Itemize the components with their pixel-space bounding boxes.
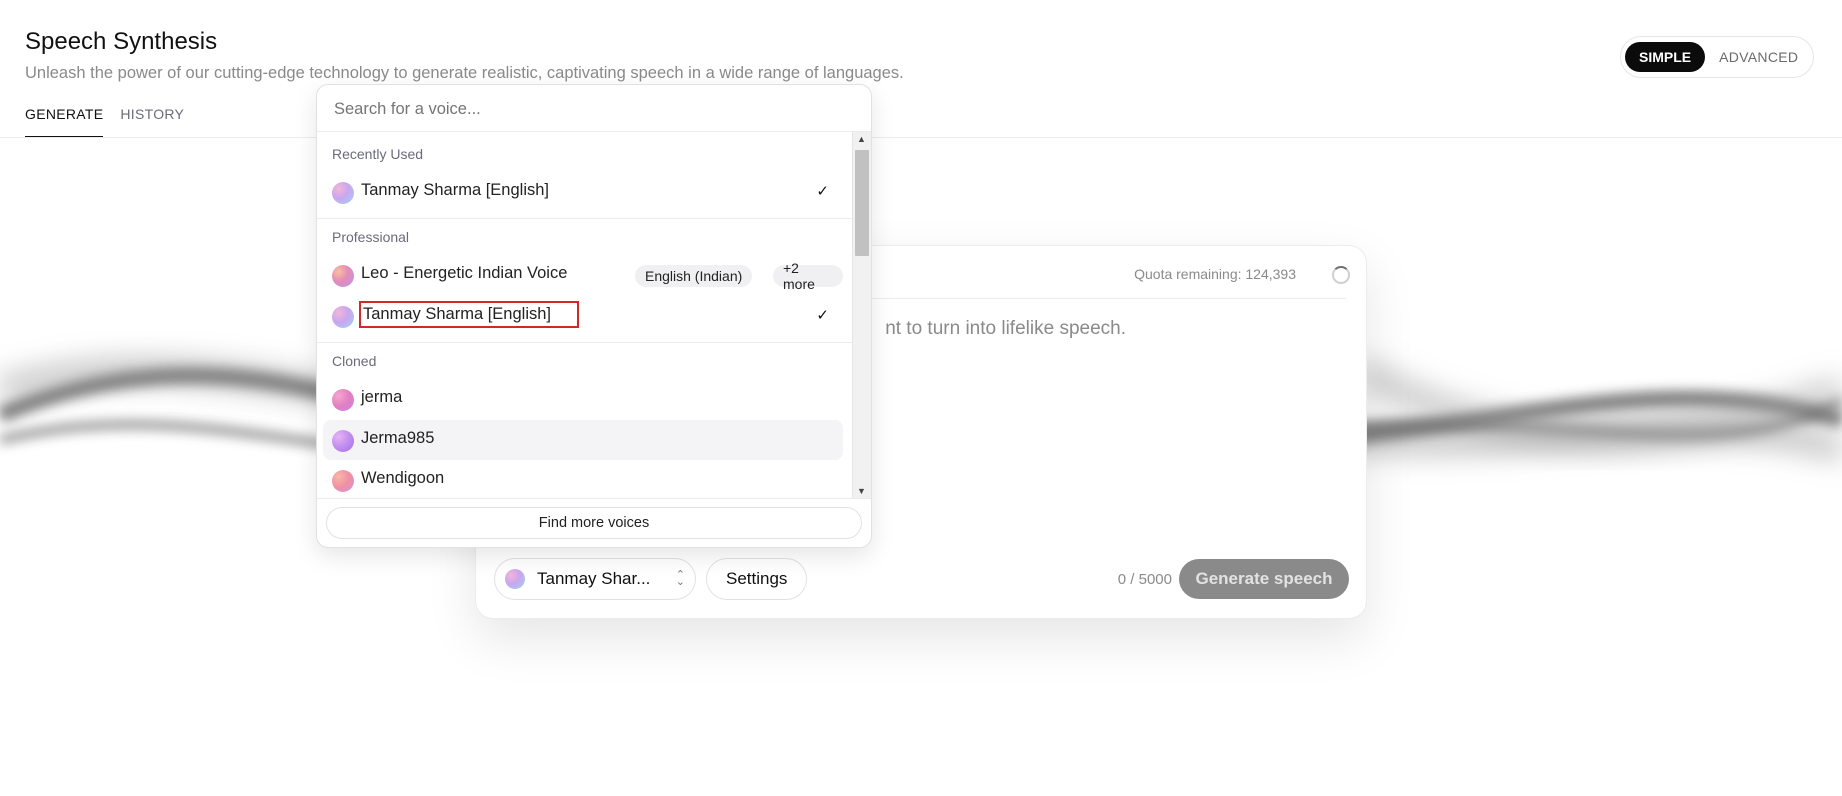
language-badge: English (Indian) xyxy=(635,265,753,287)
voice-item-leo[interactable]: Leo - Energetic Indian Voice English (In… xyxy=(323,255,843,295)
scroll-up-icon[interactable]: ▲ xyxy=(857,134,866,144)
tab-generate[interactable]: GENERATE xyxy=(25,106,104,138)
voice-select-button[interactable]: Tanmay Shar... ⌃ ⌄ xyxy=(494,558,696,600)
voice-item-jerma985[interactable]: Jerma985 xyxy=(323,420,843,460)
page-title: Speech Synthesis xyxy=(25,28,218,55)
tab-bar: GENERATE HISTORY xyxy=(25,106,184,138)
voice-avatar xyxy=(332,470,354,492)
find-more-voices-button[interactable]: Find more voices xyxy=(326,507,862,539)
checkmark-icon: ✓ xyxy=(816,183,829,200)
dropdown-scrollbar[interactable]: ▲ ▼ xyxy=(852,132,871,498)
voice-search-input[interactable] xyxy=(332,99,836,120)
voice-item-label: jerma xyxy=(361,388,403,406)
voice-item-label: Leo - Energetic Indian Voice xyxy=(361,264,568,282)
voice-avatar xyxy=(332,306,354,328)
section-label-recently-used: Recently Used xyxy=(332,146,424,162)
settings-button[interactable]: Settings xyxy=(706,558,808,600)
generate-speech-button[interactable]: Generate speech xyxy=(1179,559,1349,599)
scroll-down-icon[interactable]: ▼ xyxy=(857,486,866,496)
voice-item-wendigoon[interactable]: Wendigoon xyxy=(323,460,843,498)
voice-item-label: Tanmay Sharma [English] xyxy=(361,181,550,199)
loading-spinner-icon xyxy=(1332,266,1350,284)
voice-item-jerma[interactable]: jerma xyxy=(323,379,843,419)
voice-select-label: Tanmay Shar... xyxy=(537,569,651,588)
more-languages-badge: +2 more xyxy=(773,260,843,292)
section-label-cloned: Cloned xyxy=(332,353,377,369)
scrollbar-thumb[interactable] xyxy=(855,150,869,256)
mode-simple-button[interactable]: SIMPLE xyxy=(1625,42,1706,72)
mode-toggle: SIMPLE ADVANCED xyxy=(1620,36,1814,78)
footer-divider xyxy=(317,498,871,499)
voice-item-recent-tanmay[interactable]: Tanmay Sharma [English] ✓ xyxy=(323,172,843,212)
section-divider xyxy=(317,342,853,343)
voice-avatar xyxy=(332,265,354,287)
character-count: 0 / 5000 xyxy=(1117,571,1172,588)
checkmark-icon: ✓ xyxy=(816,307,829,324)
voice-dropdown: Recently Used Tanmay Sharma [English] ✓ … xyxy=(316,84,872,548)
voice-list: Recently Used Tanmay Sharma [English] ✓ … xyxy=(317,132,853,498)
voice-item-label: Wendigoon xyxy=(361,469,445,487)
tab-history[interactable]: HISTORY xyxy=(120,106,184,138)
voice-item-label: Tanmay Sharma [English] xyxy=(359,301,580,328)
voice-item-label: Jerma985 xyxy=(361,429,435,447)
voice-avatar xyxy=(332,389,354,411)
voice-avatar xyxy=(505,569,525,589)
voice-item-professional-tanmay[interactable]: Tanmay Sharma [English] ✓ xyxy=(323,296,843,336)
header-divider xyxy=(0,137,1842,138)
mode-advanced-button[interactable]: ADVANCED xyxy=(1705,49,1812,65)
quota-remaining: Quota remaining: 124,393 xyxy=(1134,266,1296,282)
section-divider xyxy=(317,218,853,219)
voice-avatar xyxy=(332,430,354,452)
page-subtitle: Unleash the power of our cutting-edge te… xyxy=(25,64,904,82)
voice-avatar xyxy=(332,182,354,204)
chevron-up-down-icon: ⌃ ⌄ xyxy=(675,569,685,588)
section-label-professional: Professional xyxy=(332,229,410,245)
